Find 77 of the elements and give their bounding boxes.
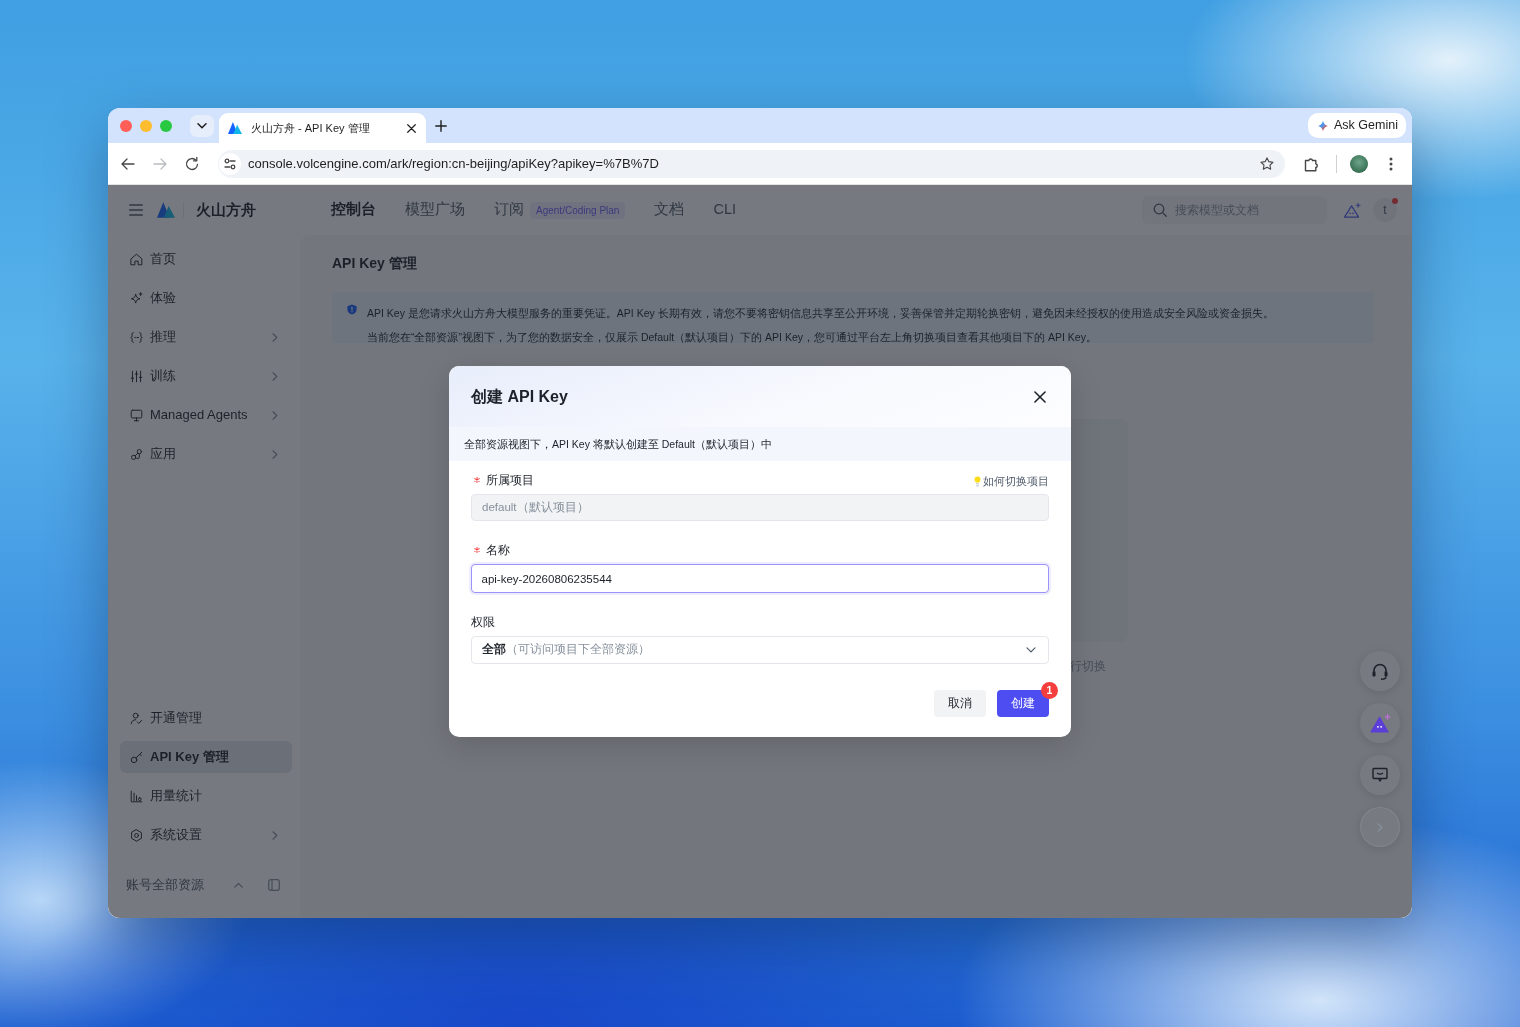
chevron-right-icon [272, 449, 278, 459]
count-badge: 1 [1041, 682, 1058, 699]
chevron-up-icon [234, 882, 243, 888]
chevron-right-icon [272, 410, 278, 420]
search-icon [1153, 203, 1167, 217]
key-icon [130, 750, 143, 764]
field-label: 名称 [486, 543, 510, 559]
ask-gemini-button[interactable]: Ask Gemini [1308, 113, 1406, 138]
plus-icon[interactable] [435, 119, 447, 132]
nav-tab[interactable]: 模型广场 [405, 199, 465, 221]
chevron-right-icon [272, 830, 278, 840]
user-avatar[interactable]: t [1373, 198, 1397, 222]
field-label: 权限 [471, 615, 495, 631]
field-label: 所属项目 [486, 473, 534, 489]
chevron-down-icon [1026, 647, 1036, 653]
sparkle-icon [1317, 119, 1329, 132]
sidebar-item[interactable]: 用量统计 [120, 780, 292, 812]
text-input[interactable]: api-key-20260806235544 [471, 564, 1049, 593]
sidebar-item[interactable]: 开通管理 [120, 702, 292, 734]
close-button[interactable] [1032, 388, 1048, 405]
notice-text: 当前您在“全部资源”视图下，为了您的数据安全，仅展示 Default（默认项目）下的 API Key，您可通过平台左上角切换项目查看其他项目下的 API Key。 [367, 331, 1097, 343]
user-check-icon [130, 711, 143, 725]
nodes-icon [130, 447, 143, 461]
dialog-title: 创建 API Key [471, 386, 568, 407]
lightbulb-icon [974, 475, 981, 487]
code-braces-icon [130, 330, 143, 344]
mountain-logo-icon [228, 122, 242, 134]
mountain-sparkle-icon[interactable] [1344, 202, 1361, 218]
mountain-logo-icon [157, 202, 175, 218]
close-icon [407, 123, 416, 133]
sidebar-item[interactable]: 首页 [120, 243, 292, 275]
headset-icon [1371, 662, 1389, 680]
hexagon-gear-icon [130, 828, 143, 842]
nav-tab[interactable]: CLI [713, 199, 736, 221]
feedback-button[interactable] [1360, 755, 1400, 795]
sidebar-item[interactable]: API Key 管理 [120, 741, 292, 773]
cancel-button[interactable]: 取消 [934, 690, 986, 717]
nav-tab[interactable]: 控制台 [331, 199, 376, 221]
address-bar[interactable]: console.volcengine.com/ark/region:cn-beijing/apiKey?apikey=%7B%7D [218, 149, 1285, 178]
bar-chart-icon [130, 789, 143, 803]
scope-switcher[interactable]: 账号全部资源 [126, 875, 247, 895]
support-button[interactable] [1360, 651, 1400, 691]
chevron-down-icon [197, 122, 207, 129]
message-icon [1372, 767, 1388, 783]
reload-icon[interactable] [184, 155, 200, 172]
sidebar-item[interactable]: 应用 [120, 438, 292, 470]
sidebar-item[interactable]: 训练 [120, 360, 292, 392]
profile-avatar[interactable] [1350, 154, 1368, 173]
tune-icon[interactable] [219, 152, 241, 175]
close-icon [1034, 390, 1046, 403]
chevron-right-icon [272, 371, 278, 381]
bookmark-star-icon[interactable] [1260, 156, 1274, 171]
tab-list-button[interactable] [190, 114, 214, 137]
sidebar-item[interactable]: 系统设置 [120, 819, 292, 851]
browser-tab[interactable]: 火山方舟 - API Key 管理 [219, 113, 426, 143]
chevron-right-icon [1377, 822, 1383, 832]
sliders-icon [130, 369, 143, 383]
permission-select[interactable]: 全部（可访问项目下全部资源） [471, 636, 1049, 664]
sidebar-item[interactable]: 推理 [120, 321, 292, 353]
more-menu-icon[interactable] [1389, 156, 1393, 171]
nav-tab[interactable]: 订阅 [494, 199, 524, 221]
chevron-right-icon [272, 332, 278, 342]
sparkle-icon [130, 291, 143, 305]
shield-icon [347, 304, 357, 315]
monitor-icon [130, 408, 143, 422]
sidebar-item[interactable]: Managed Agents [120, 399, 292, 431]
nav-tab[interactable]: 文档 [654, 199, 685, 221]
sidebar-item[interactable]: 体验 [120, 282, 292, 314]
home-icon [130, 252, 143, 266]
notice-text: API Key 是您请求火山方舟大模型服务的重要凭证。API Key 长期有效，请您不要将密钥信息共享至公开环境，妥善保管并定期轮换密钥，避免因未经授权的使用造成安全风险或资金损失。 [367, 307, 1274, 319]
plan-tag: Agent/Coding Plan [530, 201, 626, 219]
page-title: API Key 管理 [332, 254, 417, 273]
brand-name: 火山方舟 [196, 199, 256, 220]
mascot-icon [1369, 713, 1391, 733]
dialog-notice: 全部资源视图下，API Key 将默认创建至 Default（默认项目）中 [449, 427, 1071, 461]
puzzle-icon[interactable] [1304, 155, 1320, 172]
panel-toggle-icon[interactable] [268, 879, 280, 891]
